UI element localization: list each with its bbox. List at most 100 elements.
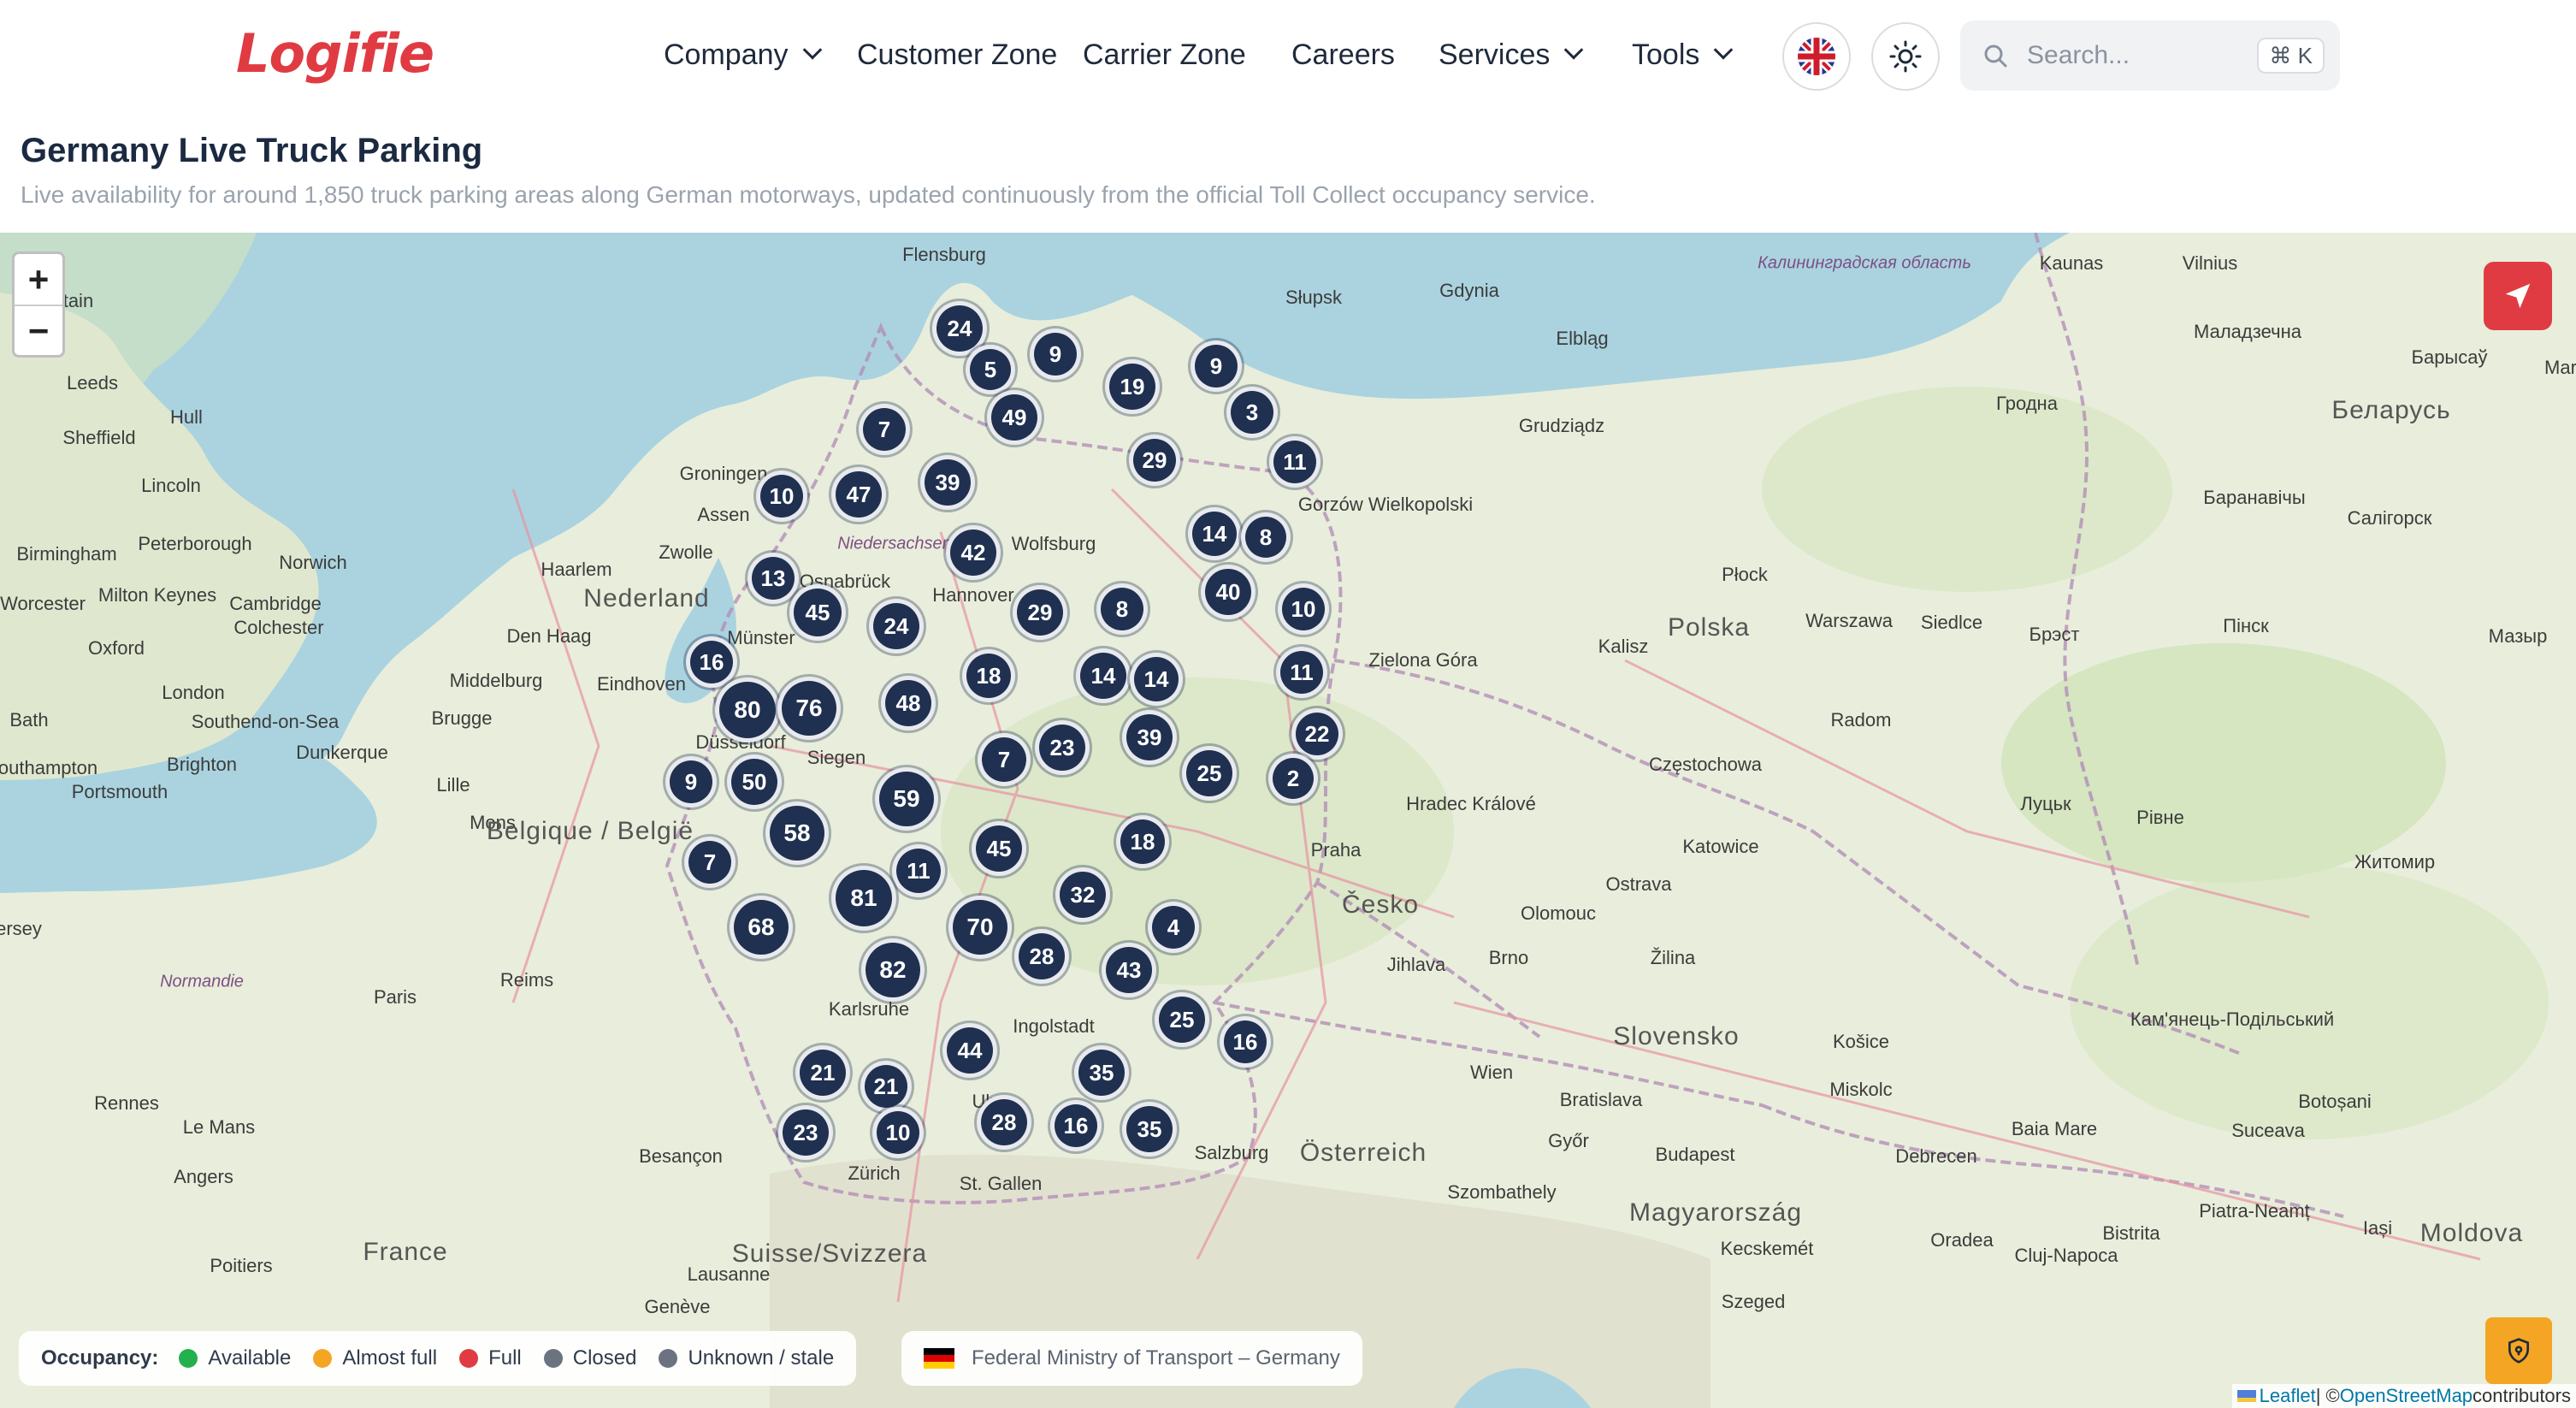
parking-cluster-marker[interactable]: 25 bbox=[1182, 746, 1237, 801]
parking-cluster-marker[interactable]: 43 bbox=[1102, 943, 1156, 997]
nav-carrier-zone[interactable]: Carrier Zone bbox=[1083, 29, 1246, 80]
nav-services[interactable]: Services bbox=[1439, 29, 1584, 80]
status-dot-icon bbox=[659, 1349, 678, 1368]
privacy-shield-button[interactable] bbox=[2485, 1317, 2552, 1384]
search-input[interactable]: Search... ⌘ K bbox=[1960, 21, 2340, 91]
openstreetmap-link[interactable]: OpenStreetMap bbox=[2340, 1385, 2473, 1407]
parking-cluster-marker[interactable]: 76 bbox=[777, 677, 841, 740]
parking-cluster-marker[interactable]: 4 bbox=[1148, 902, 1199, 953]
data-source-badge[interactable]: Federal Ministry of Transport – Germany bbox=[901, 1331, 1362, 1386]
parking-cluster-marker[interactable]: 25 bbox=[1155, 992, 1209, 1047]
parking-cluster-marker[interactable]: 49 bbox=[987, 390, 1042, 445]
parking-cluster-marker[interactable]: 14 bbox=[1188, 507, 1241, 560]
parking-cluster-marker[interactable]: 8 bbox=[1241, 512, 1291, 562]
nav-company[interactable]: Company bbox=[664, 29, 822, 80]
nav-tools[interactable]: Tools bbox=[1632, 29, 1734, 80]
status-dot-icon bbox=[543, 1349, 563, 1368]
parking-cluster-marker[interactable]: 81 bbox=[831, 866, 896, 931]
parking-cluster-marker[interactable]: 70 bbox=[948, 896, 1012, 959]
legend-label: Almost full bbox=[342, 1346, 438, 1370]
theme-toggle-button[interactable] bbox=[1871, 22, 1940, 91]
parking-cluster-marker[interactable]: 50 bbox=[727, 754, 782, 809]
parking-cluster-marker[interactable]: 35 bbox=[1122, 1102, 1177, 1157]
navigation-arrow-icon bbox=[2505, 283, 2531, 309]
parking-cluster-marker[interactable]: 28 bbox=[977, 1095, 1031, 1150]
parking-cluster-marker[interactable]: 29 bbox=[1129, 435, 1180, 486]
parking-cluster-marker[interactable]: 24 bbox=[869, 599, 924, 654]
parking-cluster-marker[interactable]: 18 bbox=[962, 649, 1015, 702]
attribution-separator: | © bbox=[2315, 1385, 2340, 1406]
parking-cluster-marker[interactable]: 68 bbox=[730, 896, 793, 959]
status-dot-icon bbox=[459, 1349, 479, 1368]
parking-cluster-marker[interactable]: 23 bbox=[778, 1105, 833, 1160]
sun-icon bbox=[1889, 40, 1922, 73]
parking-cluster-marker[interactable]: 9 bbox=[1030, 328, 1081, 380]
nav-tools-label: Tools bbox=[1632, 38, 1700, 71]
map-view[interactable]: Britain Leeds Sheffield Hull Lincoln Pet… bbox=[0, 233, 2576, 1408]
parking-cluster-marker[interactable]: 21 bbox=[860, 1061, 912, 1112]
parking-cluster-marker[interactable]: 39 bbox=[920, 455, 975, 510]
data-source-label: Federal Ministry of Transport – Germany bbox=[972, 1346, 1340, 1370]
parking-cluster-marker[interactable]: 10 bbox=[756, 470, 807, 522]
top-navigation: Logifie Company Customer Zone Carrier Zo… bbox=[0, 0, 2576, 109]
parking-cluster-marker[interactable]: 29 bbox=[1013, 585, 1067, 640]
legend-title: Occupancy: bbox=[41, 1346, 159, 1370]
parking-cluster-marker[interactable]: 16 bbox=[1220, 1016, 1271, 1068]
nav-careers[interactable]: Careers bbox=[1291, 29, 1395, 80]
parking-cluster-marker[interactable]: 82 bbox=[861, 938, 925, 1002]
parking-cluster-marker[interactable]: 18 bbox=[1116, 815, 1169, 868]
parking-cluster-marker[interactable]: 9 bbox=[1191, 340, 1242, 392]
parking-cluster-marker[interactable]: 23 bbox=[1035, 720, 1090, 775]
parking-cluster-marker[interactable]: 42 bbox=[946, 525, 1001, 580]
parking-cluster-marker[interactable]: 16 bbox=[1050, 1100, 1102, 1151]
parking-cluster-marker[interactable]: 28 bbox=[1014, 929, 1069, 984]
parking-cluster-marker[interactable]: 10 bbox=[1278, 583, 1329, 635]
brand-logo[interactable]: Logifie bbox=[236, 21, 434, 85]
language-button[interactable] bbox=[1782, 22, 1851, 91]
parking-cluster-marker[interactable]: 16 bbox=[686, 636, 737, 688]
legend-item-almost-full: Almost full bbox=[313, 1346, 437, 1370]
parking-cluster-marker[interactable]: 11 bbox=[1269, 436, 1320, 488]
parking-cluster-marker[interactable]: 35 bbox=[1074, 1045, 1129, 1100]
parking-cluster-marker[interactable]: 14 bbox=[1076, 648, 1131, 703]
parking-cluster-marker[interactable]: 11 bbox=[1276, 647, 1327, 698]
parking-cluster-marker[interactable]: 45 bbox=[789, 584, 846, 641]
parking-cluster-marker[interactable]: 13 bbox=[747, 553, 799, 604]
locate-me-button[interactable] bbox=[2484, 262, 2552, 330]
parking-cluster-marker[interactable]: 5 bbox=[966, 345, 1015, 394]
parking-cluster-marker[interactable]: 10 bbox=[872, 1107, 924, 1158]
parking-cluster-marker[interactable]: 7 bbox=[684, 837, 736, 888]
zoom-in-button[interactable]: + bbox=[15, 254, 62, 305]
parking-cluster-marker[interactable]: 48 bbox=[881, 676, 936, 731]
parking-cluster-marker[interactable]: 3 bbox=[1226, 387, 1278, 438]
parking-cluster-marker[interactable]: 44 bbox=[942, 1023, 997, 1078]
legend-item-full: Full bbox=[459, 1346, 522, 1370]
chevron-down-icon bbox=[802, 40, 822, 60]
parking-cluster-marker[interactable]: 21 bbox=[795, 1045, 850, 1100]
parking-cluster-marker[interactable]: 19 bbox=[1105, 359, 1160, 414]
nav-carrier-zone-label: Carrier Zone bbox=[1083, 38, 1246, 71]
nav-customer-zone[interactable]: Customer Zone bbox=[857, 29, 1057, 80]
parking-cluster-marker[interactable]: 7 bbox=[859, 404, 910, 455]
parking-cluster-marker[interactable]: 80 bbox=[715, 677, 780, 742]
legend-item-closed: Closed bbox=[543, 1346, 636, 1370]
parking-cluster-marker[interactable]: 45 bbox=[972, 821, 1026, 876]
leaflet-link[interactable]: Leaflet bbox=[2260, 1385, 2316, 1407]
parking-cluster-marker[interactable]: 8 bbox=[1096, 583, 1148, 635]
parking-cluster-marker[interactable]: 40 bbox=[1201, 565, 1256, 619]
parking-cluster-marker[interactable]: 58 bbox=[765, 802, 829, 865]
parking-cluster-marker[interactable]: 11 bbox=[892, 844, 945, 897]
parking-cluster-marker[interactable]: 32 bbox=[1055, 867, 1110, 922]
zoom-out-button[interactable]: − bbox=[15, 305, 62, 355]
legend-item-unknown: Unknown / stale bbox=[659, 1346, 834, 1370]
parking-cluster-marker[interactable]: 47 bbox=[831, 467, 886, 522]
parking-cluster-marker[interactable]: 2 bbox=[1268, 754, 1318, 803]
parking-cluster-marker[interactable]: 39 bbox=[1122, 710, 1177, 765]
brand-name: Logifie bbox=[236, 21, 434, 85]
parking-cluster-marker[interactable]: 9 bbox=[665, 756, 717, 808]
parking-cluster-marker[interactable]: 7 bbox=[978, 733, 1031, 786]
search-icon bbox=[1984, 44, 2007, 68]
parking-cluster-marker[interactable]: 59 bbox=[875, 767, 938, 831]
parking-cluster-marker[interactable]: 22 bbox=[1291, 708, 1343, 760]
parking-cluster-marker[interactable]: 14 bbox=[1130, 653, 1183, 706]
